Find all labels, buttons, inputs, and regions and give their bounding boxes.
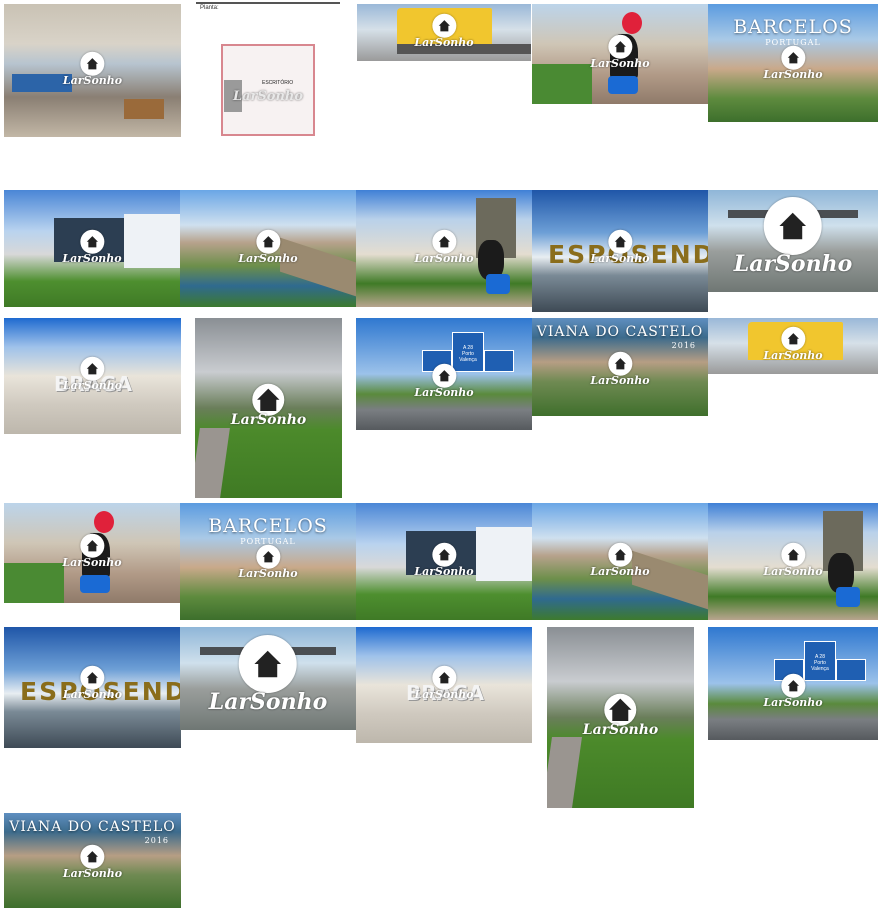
curb xyxy=(547,737,582,808)
thumbnail-train-station[interactable]: LarSonho xyxy=(357,4,531,61)
thumbnail-braga-sign[interactable]: BRAGA LarSonho xyxy=(356,627,532,743)
thumbnail-train-station[interactable]: LarSonho xyxy=(708,318,878,374)
bridge xyxy=(632,550,708,610)
city-title: BARCELOS xyxy=(733,16,853,38)
stadium xyxy=(54,218,134,262)
house-logo-icon xyxy=(763,197,822,255)
watermark: LarSonho xyxy=(231,383,306,428)
watermark: LarSonho xyxy=(590,351,650,387)
town-sign-text: ESPOSENDE xyxy=(548,240,708,269)
table xyxy=(124,99,164,119)
yellow-train xyxy=(397,8,492,48)
thumbnail-motorway-signs[interactable]: A 28 Porto Valença LarSonho xyxy=(708,627,878,740)
house-logo-icon xyxy=(256,544,280,569)
house-logo-icon xyxy=(781,46,805,71)
city-subtitle: 2016 xyxy=(671,341,696,350)
town-sign-text: ESPOSENDE xyxy=(20,677,181,706)
watermark: LarSonho xyxy=(583,693,658,737)
house-logo-icon xyxy=(432,229,456,254)
house-logo-icon xyxy=(80,845,105,870)
thumbnail-braga-sign[interactable]: BRAGA LarSonho xyxy=(4,318,181,434)
stairs xyxy=(224,80,242,112)
thumbnail-motorway-signs[interactable]: A 28 Porto Valença LarSonho xyxy=(356,318,532,430)
thumbnail-floor-plan[interactable]: Planta: ESCRITÓRIO LarSonho xyxy=(196,2,340,136)
thumbnail-barcelos-rooster[interactable]: LarSonho xyxy=(532,4,708,104)
blue-sofa xyxy=(12,74,72,92)
thumbnail-barcelos-aerial[interactable]: BARCELOS PORTUGAL LarSonho xyxy=(180,503,356,620)
thumbnail-bridge-river[interactable]: LarSonho xyxy=(180,190,356,307)
thumbnail-town-square-rooster[interactable]: LarSonho xyxy=(708,503,878,620)
bridge xyxy=(280,237,356,297)
highway-sign: A 28 Porto Valença xyxy=(804,641,836,681)
thumbnail-barcelos-rooster[interactable]: LarSonho xyxy=(4,503,180,603)
thumbnail-bridge-river[interactable]: LarSonho xyxy=(532,503,708,620)
watermark: LarSonho xyxy=(763,46,823,81)
watermark: LarSonho xyxy=(734,197,852,277)
watermark: LarSonho xyxy=(238,544,298,580)
thumbnail-town-square-rooster[interactable]: LarSonho xyxy=(356,190,532,307)
yellow-train xyxy=(748,322,843,360)
house-logo-icon xyxy=(256,229,280,254)
sign-line: Valença xyxy=(459,357,477,363)
watermark: LarSonho xyxy=(414,229,474,264)
city-subtitle: PORTUGAL xyxy=(240,537,296,546)
thumbnail-esposende-sign[interactable]: ESPOSENDE LarSonho xyxy=(532,190,708,312)
thumbnail-roundabout[interactable]: LarSonho xyxy=(195,318,342,498)
house-logo-icon xyxy=(604,693,637,726)
rooster-statue xyxy=(82,533,110,578)
house-logo-icon xyxy=(252,383,285,416)
house-logo-icon xyxy=(608,542,632,567)
thumbnail-toll-plaza[interactable]: LarSonho xyxy=(180,627,356,730)
rooster-statue xyxy=(610,34,638,79)
thumbnail-toll-plaza[interactable]: LarSonho xyxy=(708,190,878,292)
room-label: ESCRITÓRIO xyxy=(262,80,294,86)
city-title: VIANA DO CASTELO xyxy=(9,819,176,835)
watermark: LarSonho xyxy=(63,845,122,880)
watermark: LarSonho xyxy=(763,542,823,577)
thumbnail-viana-aerial[interactable]: VIANA DO CASTELO 2016 LarSonho xyxy=(532,318,708,416)
toll-canopy xyxy=(728,210,858,218)
house-logo-icon xyxy=(238,634,297,693)
thumbnail-roundabout[interactable]: LarSonho xyxy=(547,627,694,808)
thumbnail-barcelos-aerial[interactable]: BARCELOS PORTUGAL LarSonho xyxy=(708,4,878,122)
highway-sign: A 28 Porto Valença xyxy=(452,332,484,372)
town-sign-text: BRAGA xyxy=(406,681,485,705)
town-sign-text: BRAGA xyxy=(54,372,133,396)
sign-line: Valença xyxy=(811,666,829,672)
city-subtitle: 2016 xyxy=(144,836,169,845)
house-logo-icon xyxy=(608,351,632,376)
plan-caption: Planta: xyxy=(200,5,219,11)
stadium xyxy=(406,531,486,575)
toll-canopy xyxy=(200,647,336,655)
garden xyxy=(532,64,592,104)
city-title: VIANA DO CASTELO xyxy=(536,324,704,340)
curb xyxy=(195,428,230,498)
thumbnail-stadium[interactable]: LarSonho xyxy=(356,503,532,620)
city-subtitle: PORTUGAL xyxy=(765,38,821,47)
thumbnail-viana-aerial[interactable]: VIANA DO CASTELO 2016 LarSonho xyxy=(4,813,181,908)
house-logo-icon xyxy=(781,542,805,567)
thumbnail-office-interior[interactable]: LarSonho xyxy=(4,4,181,137)
thumbnail-stadium[interactable]: LarSonho xyxy=(4,190,180,307)
thumbnail-esposende-sign[interactable]: ESPOSENDE LarSonho xyxy=(4,627,181,748)
city-title: BARCELOS xyxy=(208,515,328,537)
house-logo-icon xyxy=(80,51,105,76)
